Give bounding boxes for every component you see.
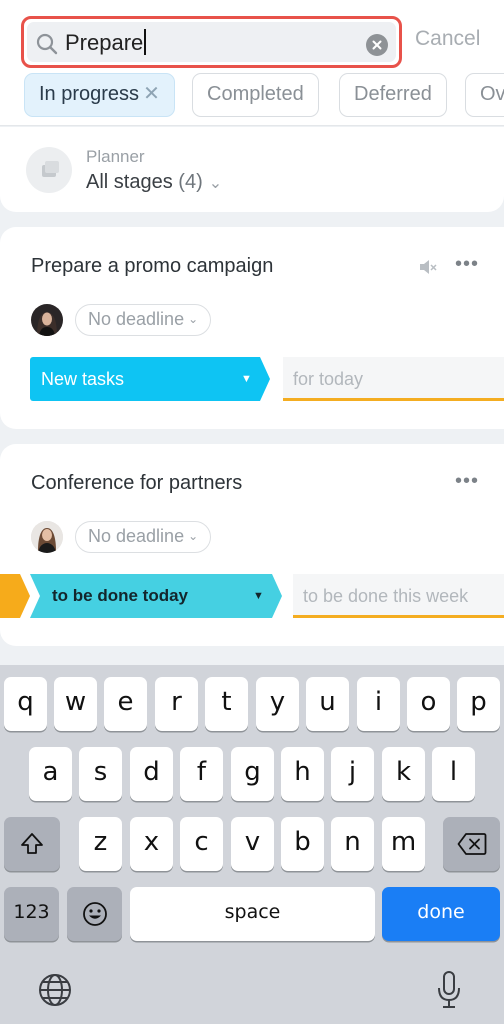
next-stage[interactable]: to be done this week [293, 574, 504, 618]
deadline-selector[interactable]: No deadline ⌄ [75, 521, 212, 553]
mute-icon[interactable] [418, 257, 438, 277]
stage-arrow-shape [254, 357, 270, 401]
next-stage-label: to be done this week [303, 586, 469, 606]
key-a[interactable]: a [29, 747, 72, 801]
planner-selector[interactable]: Planner All stages (4) ⌄ [0, 127, 504, 212]
planner-value[interactable]: All stages (4) ⌄ [86, 171, 222, 194]
key-b[interactable]: b [281, 817, 324, 871]
chevron-down-icon: ⌄ [188, 529, 199, 543]
key-h[interactable]: h [281, 747, 324, 801]
avatar[interactable] [31, 521, 63, 553]
stage-label: New tasks [41, 369, 125, 389]
task-title[interactable]: Prepare a promo campaign [31, 255, 273, 278]
space-key[interactable]: space [130, 887, 375, 941]
filter-chip-label: In progress [39, 83, 140, 105]
key-o[interactable]: o [407, 677, 450, 731]
key-l[interactable]: l [432, 747, 475, 801]
filter-chip-deferred[interactable]: Deferred [339, 73, 447, 117]
key-e[interactable]: e [104, 677, 147, 731]
filter-chip-label: Ov [480, 83, 504, 105]
stage-label: to be done today [52, 586, 188, 605]
task-card[interactable]: Conference for partners ••• No deadline ⌄… [0, 444, 504, 646]
remove-filter-icon[interactable]: ✕ [143, 83, 160, 105]
key-w[interactable]: w [54, 677, 97, 731]
done-key[interactable]: done [382, 887, 500, 941]
filter-chips: In progress ✕ Completed Deferred Ov [0, 73, 504, 119]
caret-down-icon: ▼ [241, 373, 252, 385]
key-d[interactable]: d [130, 747, 173, 801]
key-m[interactable]: m [382, 817, 425, 871]
cancel-button[interactable]: Cancel [415, 27, 480, 51]
key-n[interactable]: n [331, 817, 374, 871]
key-t[interactable]: t [205, 677, 248, 731]
emoji-key[interactable] [67, 887, 122, 941]
microphone-icon[interactable] [436, 970, 462, 1010]
deadline-label: No deadline [88, 309, 185, 329]
key-y[interactable]: y [256, 677, 299, 731]
filter-chip-completed[interactable]: Completed [192, 73, 319, 117]
globe-icon[interactable] [37, 972, 73, 1008]
stage-count: (4) [178, 171, 203, 193]
text-cursor [144, 29, 147, 56]
key-s[interactable]: s [79, 747, 122, 801]
chevron-down-icon: ⌄ [208, 175, 223, 192]
search-input[interactable]: Prepare [65, 28, 147, 58]
backspace-icon [457, 833, 487, 855]
key-q[interactable]: q [4, 677, 47, 731]
filter-chip-label: Deferred [354, 83, 432, 105]
search-icon [36, 33, 58, 55]
key-r[interactable]: r [155, 677, 198, 731]
stage-selector[interactable]: New tasks ▼ [30, 357, 254, 401]
backspace-key[interactable] [443, 817, 500, 871]
key-x[interactable]: x [130, 817, 173, 871]
planner-label: Planner [86, 147, 145, 166]
deadline-selector[interactable]: No deadline ⌄ [75, 304, 212, 336]
shift-icon [21, 833, 43, 854]
next-stage[interactable]: for today [283, 357, 504, 401]
search-box[interactable]: Prepare [21, 16, 402, 68]
keyboard: q w e r t y u i o p a s d f g h j k l z … [0, 665, 504, 1024]
task-card[interactable]: Prepare a promo campaign ••• No deadline… [0, 227, 504, 429]
key-p[interactable]: p [457, 677, 500, 731]
key-v[interactable]: v [231, 817, 274, 871]
key-k[interactable]: k [382, 747, 425, 801]
key-i[interactable]: i [357, 677, 400, 731]
filter-chip-in-progress[interactable]: In progress ✕ [24, 73, 175, 117]
key-c[interactable]: c [180, 817, 223, 871]
deadline-label: No deadline [88, 526, 185, 546]
caret-down-icon: ▼ [253, 590, 264, 602]
avatar[interactable] [31, 304, 63, 336]
key-j[interactable]: j [331, 747, 374, 801]
emoji-icon [83, 902, 107, 926]
key-u[interactable]: u [306, 677, 349, 731]
key-g[interactable]: g [231, 747, 274, 801]
key-f[interactable]: f [180, 747, 223, 801]
more-options-icon[interactable]: ••• [455, 470, 479, 493]
task-title[interactable]: Conference for partners [31, 472, 242, 495]
previous-stage-shape[interactable] [0, 574, 30, 618]
key-z[interactable]: z [79, 817, 122, 871]
shift-key[interactable] [4, 817, 60, 871]
stage-selector[interactable]: to be done today ▼ [41, 574, 268, 618]
clear-search-icon[interactable] [366, 34, 388, 56]
more-options-icon[interactable]: ••• [455, 253, 479, 276]
search-header: Prepare Cancel In progress ✕ Completed De… [0, 0, 504, 126]
planner-icon [26, 147, 72, 193]
filter-chip-overdue[interactable]: Ov [465, 73, 504, 117]
search-field[interactable]: Prepare [27, 22, 396, 62]
stage-arrow-shape [268, 574, 282, 618]
chevron-down-icon: ⌄ [188, 312, 199, 326]
numbers-key[interactable]: 123 [4, 887, 59, 941]
next-stage-label: for today [293, 369, 364, 389]
filter-chip-label: Completed [207, 83, 304, 105]
